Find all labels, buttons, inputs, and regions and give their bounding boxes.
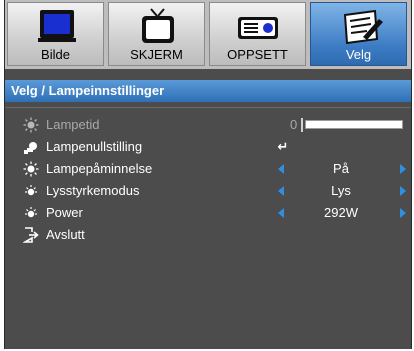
bar-marker: [301, 118, 303, 132]
projector-icon: [238, 17, 278, 39]
menu-item-power[interactable]: Power 292W: [5, 202, 411, 224]
menu-item-label: Lysstyrkemodus: [46, 183, 140, 198]
arrow-left-icon[interactable]: [278, 164, 284, 174]
reset-lamp-icon: [24, 142, 37, 154]
menu-item-label: Avslutt: [46, 227, 85, 242]
menu-item-label: Lampetid: [46, 117, 100, 132]
menu-item-label: Power: [46, 205, 83, 220]
menu-item-avslutt[interactable]: Avslutt: [5, 224, 411, 246]
tab-skjerm[interactable]: SKJERM: [108, 2, 205, 66]
lamp-icon: [23, 117, 39, 133]
arrow-left-icon[interactable]: [278, 186, 284, 196]
menu-item-value: På: [333, 161, 349, 176]
tab-bar: Bilde SKJERM OPPSETT Velg: [5, 0, 411, 69]
tab-oppsett[interactable]: OPPSETT: [209, 2, 306, 66]
lamp-hours-bar: [305, 120, 403, 129]
tv-icon: [142, 8, 174, 43]
menu-item-value: 292W: [324, 205, 358, 220]
menu-item-lampetid: Lampetid 0: [5, 114, 411, 136]
divider: [5, 107, 411, 108]
tab-label: OPPSETT: [227, 47, 288, 62]
arrow-right-icon[interactable]: [400, 186, 406, 196]
menu-item-label: Lampepåminnelse: [46, 161, 153, 176]
lamp-icon: [23, 161, 39, 177]
brightness-icon: [25, 185, 37, 196]
arrow-right-icon[interactable]: [400, 164, 406, 174]
menu-item-lysstyrkemodus[interactable]: Lysstyrkemodus Lys: [5, 180, 411, 202]
lamp-hours-value: 0: [290, 117, 298, 132]
enter-icon[interactable]: ↵: [263, 136, 303, 158]
arrow-left-icon[interactable]: [278, 208, 284, 218]
osd-menu: Bilde SKJERM OPPSETT Velg Velg / Lampein…: [4, 0, 412, 349]
arrow-right-icon[interactable]: [400, 208, 406, 218]
tab-velg[interactable]: Velg: [310, 2, 407, 66]
menu-item-lampenullstilling[interactable]: Lampenullstilling ↵: [5, 136, 411, 158]
notepad-icon: [343, 9, 383, 45]
section-header: Velg / Lampeinnstillinger: [5, 80, 411, 102]
menu-item-value: Lys: [331, 183, 351, 198]
brightness-icon: [25, 207, 37, 218]
tab-label: SKJERM: [130, 47, 183, 62]
menu-item-lampepaminnelse[interactable]: Lampepåminnelse På: [5, 158, 411, 180]
tab-bilde[interactable]: Bilde: [7, 2, 104, 66]
tab-label: Bilde: [41, 47, 70, 62]
menu-item-label: Lampenullstilling: [46, 139, 143, 154]
exit-icon: [23, 227, 39, 243]
monitor-icon: [38, 10, 76, 42]
tab-label: Velg: [345, 47, 372, 62]
